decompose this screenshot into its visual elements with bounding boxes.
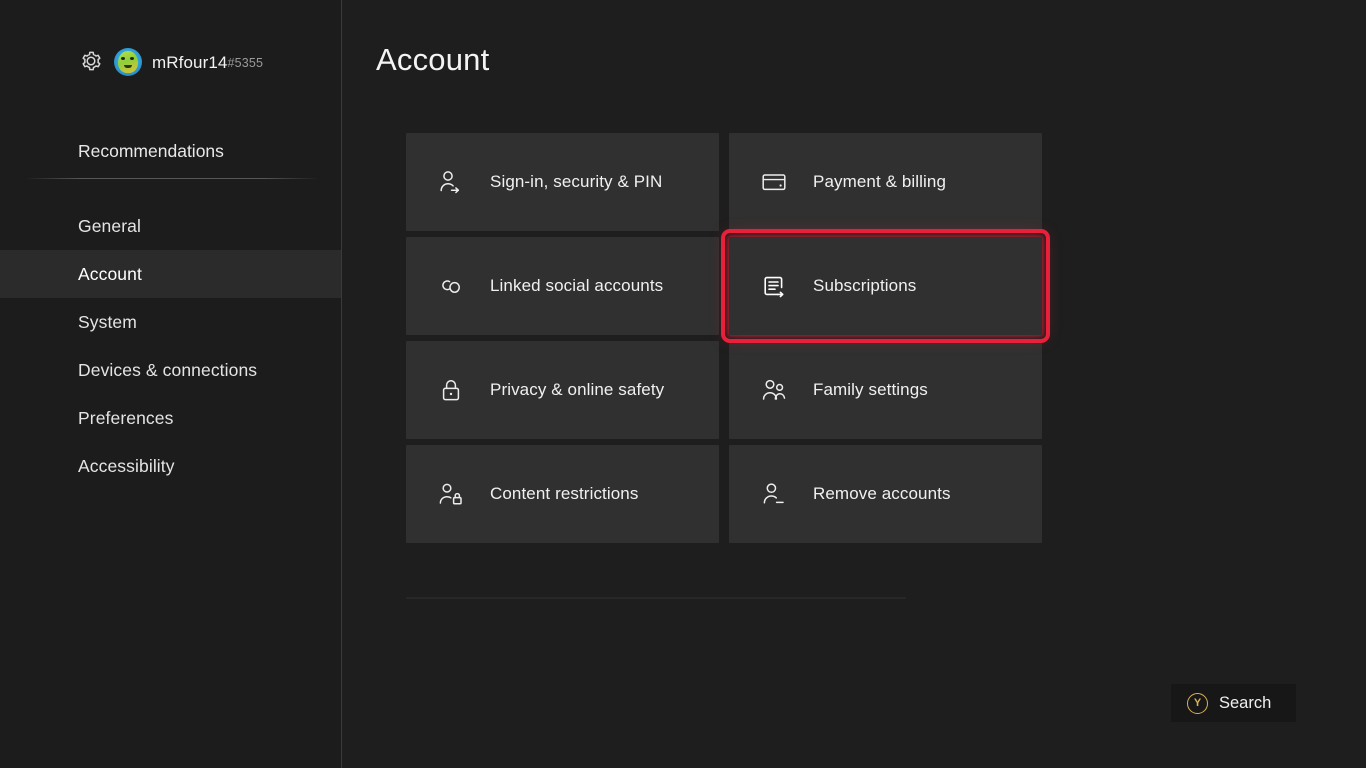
sidebar-item-label: Account — [78, 264, 142, 285]
link-icon — [436, 271, 466, 301]
sidebar-item-account[interactable]: Account — [0, 250, 342, 298]
settings-tile-grid: Sign-in, security & PIN Payment & billin… — [406, 133, 1042, 549]
content-divider — [406, 597, 906, 599]
person-lock-icon — [436, 479, 466, 509]
tile-privacy-online-safety[interactable]: Privacy & online safety — [406, 341, 719, 439]
gamertag-name: mRfour14 — [152, 53, 227, 73]
tile-linked-social-accounts[interactable]: Linked social accounts — [406, 237, 719, 335]
tile-label: Payment & billing — [813, 172, 946, 192]
gamertag-suffix: #5355 — [227, 56, 263, 70]
gamertag: mRfour14#5355 — [152, 44, 263, 82]
tile-label: Remove accounts — [813, 484, 951, 504]
page-title: Account — [376, 42, 489, 78]
gear-icon[interactable] — [76, 46, 106, 76]
main-content: Account Sign-in, security & PIN — [342, 0, 1366, 768]
tile-row: Linked social accounts Subscripti — [406, 237, 1042, 335]
sidebar-item-label: General — [78, 216, 141, 237]
avatar-eye-left — [121, 57, 125, 60]
person-arrow-icon — [436, 167, 466, 197]
sidebar-nav: General Account System Devices & connect… — [0, 202, 342, 490]
sidebar-item-label: Accessibility — [78, 456, 175, 477]
lock-icon — [436, 375, 466, 405]
family-icon — [759, 375, 789, 405]
sidebar-item-general[interactable]: General — [0, 202, 342, 250]
avatar[interactable] — [114, 48, 142, 76]
person-minus-icon — [759, 479, 789, 509]
sidebar-item-label: Preferences — [78, 408, 173, 429]
tile-content-restrictions[interactable]: Content restrictions — [406, 445, 719, 543]
credit-card-icon — [759, 167, 789, 197]
profile-header[interactable]: mRfour14#5355 — [0, 44, 342, 82]
tile-label: Privacy & online safety — [490, 380, 664, 400]
avatar-face — [118, 51, 138, 73]
sidebar-item-preferences[interactable]: Preferences — [0, 394, 342, 442]
tile-label: Content restrictions — [490, 484, 638, 504]
sidebar-item-label: Devices & connections — [78, 360, 257, 381]
tile-label: Linked social accounts — [490, 276, 663, 296]
search-button-label: Search — [1219, 694, 1271, 713]
tile-row: Privacy & online safety Family settings — [406, 341, 1042, 439]
sidebar-item-devices-connections[interactable]: Devices & connections — [0, 346, 342, 394]
tile-row: Content restrictions Remove accounts — [406, 445, 1042, 543]
tile-remove-accounts[interactable]: Remove accounts — [729, 445, 1042, 543]
sidebar-item-recommendations[interactable]: Recommendations — [0, 134, 342, 168]
avatar-eye-right — [130, 57, 134, 60]
tile-row: Sign-in, security & PIN Payment & billin… — [406, 133, 1042, 231]
sidebar-item-accessibility[interactable]: Accessibility — [0, 442, 342, 490]
tile-subscriptions[interactable]: Subscriptions — [729, 237, 1042, 335]
sidebar-divider — [28, 178, 316, 179]
search-button[interactable]: Y Search — [1171, 684, 1296, 722]
tile-payment-billing[interactable]: Payment & billing — [729, 133, 1042, 231]
sidebar-item-label: System — [78, 312, 137, 333]
tile-family-settings[interactable]: Family settings — [729, 341, 1042, 439]
tile-label: Sign-in, security & PIN — [490, 172, 662, 192]
sidebar: mRfour14#5355 Recommendations General Ac… — [0, 0, 342, 768]
sidebar-item-label: Recommendations — [78, 141, 224, 162]
document-arrow-icon — [759, 271, 789, 301]
sidebar-item-system[interactable]: System — [0, 298, 342, 346]
xbox-settings-screen: mRfour14#5355 Recommendations General Ac… — [0, 0, 1366, 768]
tile-sign-in-security-pin[interactable]: Sign-in, security & PIN — [406, 133, 719, 231]
y-button-icon: Y — [1187, 693, 1208, 714]
tile-label: Subscriptions — [813, 276, 916, 296]
tile-label: Family settings — [813, 380, 928, 400]
